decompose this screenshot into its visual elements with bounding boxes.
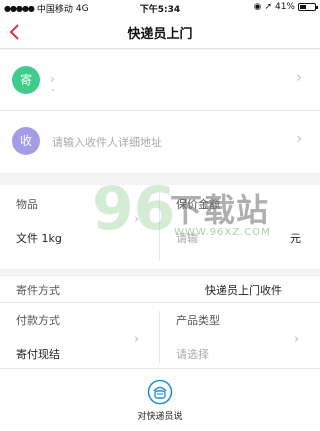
battery-icon (298, 3, 318, 11)
insure-label: 保价金额 (176, 198, 220, 211)
receiver-address-row[interactable]: 收 请输入收件人详细地址 › (0, 111, 320, 172)
chevron-right-icon: › (296, 70, 302, 86)
item-value[interactable]: 文件 1kg (16, 230, 62, 246)
sender-badge: 寄 (12, 66, 40, 94)
column-divider (159, 193, 160, 261)
item-label: 物品 (16, 198, 38, 211)
receiver-placeholder: 请输入收件人详细地址 (52, 136, 162, 149)
courier-icon[interactable] (147, 379, 173, 405)
row-divider (0, 302, 320, 303)
pay-method-label: 付款方式 (16, 314, 60, 327)
address-section: 寄 › › 收 请输入收件人详细地址 › (0, 50, 320, 173)
tell-courier-label[interactable]: 对快递员说 (0, 409, 320, 422)
status-bar: ●●●●● 中国移动 4G 下午5:34 ◉ ➚ 41% (0, 0, 320, 15)
receiver-badge: 收 (12, 127, 40, 155)
column-divider (159, 311, 160, 363)
chevron-right-icon: › (134, 332, 140, 347)
battery-percent: 41% (274, 2, 295, 12)
chevron-right-icon: › (294, 332, 300, 347)
product-type-select[interactable]: 请选择 (176, 346, 209, 362)
footer-bar: 对快递员说 (0, 368, 320, 431)
chevron-right-icon: › (134, 212, 140, 227)
pay-method-value[interactable]: 寄付现结 (16, 346, 60, 362)
location-icon: ➚ (264, 2, 272, 12)
sender-address-row[interactable]: 寄 › › (0, 50, 320, 111)
insure-unit: 元 (290, 232, 301, 245)
product-type-label: 产品类型 (176, 314, 220, 327)
send-method-value[interactable]: 快递员上门收件 (205, 282, 282, 298)
method-section: 寄件方式 快递员上门收件 付款方式 寄付现结 › 产品类型 请选择 › (0, 277, 320, 368)
page-title: 快递员上门 (127, 27, 193, 42)
insure-input[interactable]: 请输 (176, 230, 198, 246)
chevron-right-icon: › (296, 131, 302, 147)
sender-dot (52, 89, 54, 91)
goods-section: 物品 文件 1kg › 保价金额 请输 元 (0, 185, 320, 269)
sender-prefix: › (50, 72, 55, 86)
send-method-label: 寄件方式 (16, 284, 60, 297)
nav-bar: 快递员上门 (0, 15, 320, 49)
lock-rotation-icon: ◉ (253, 2, 262, 12)
